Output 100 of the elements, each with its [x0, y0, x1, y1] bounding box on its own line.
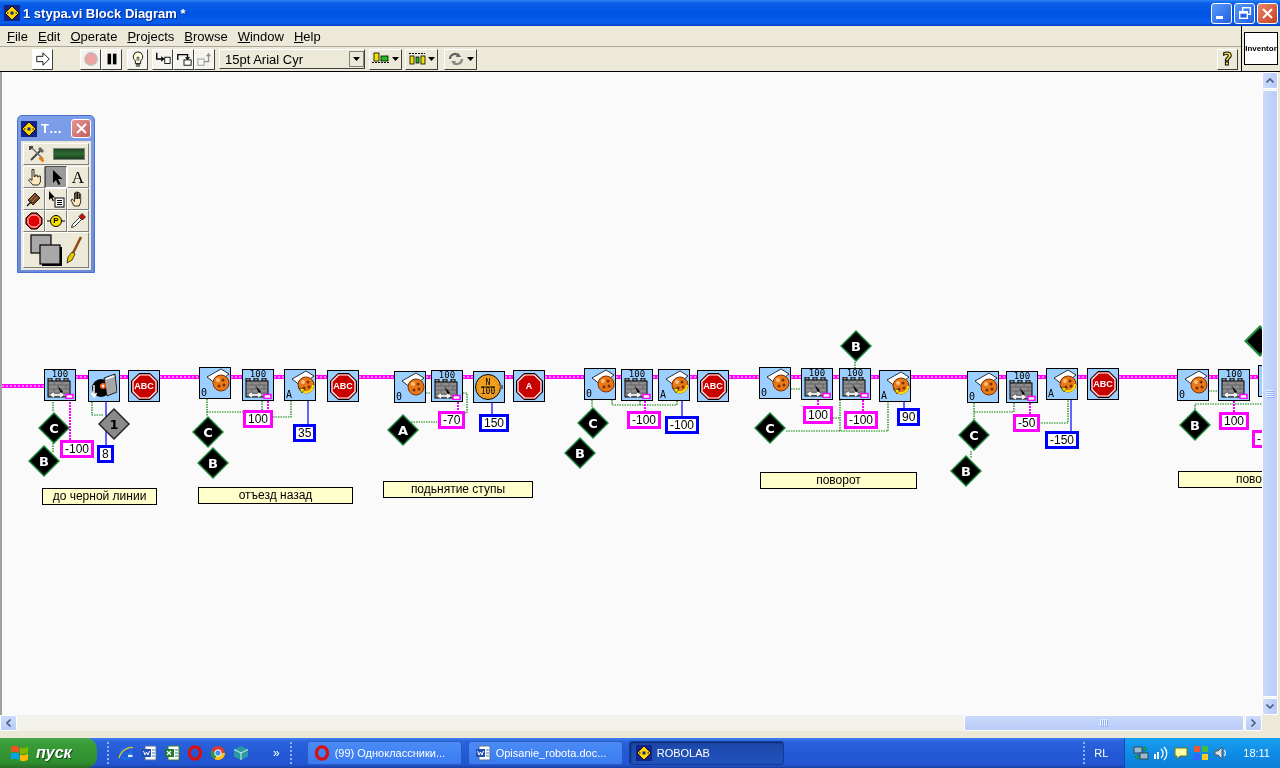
shortcut-menu-tool[interactable]: [45, 188, 67, 210]
minimize-button[interactable]: [1211, 2, 1232, 24]
language-indicator[interactable]: RL: [1094, 747, 1109, 759]
motor-port-terminal: A: [387, 414, 419, 446]
menu-item[interactable]: Edit: [33, 28, 65, 44]
numeric-constant: 150: [479, 414, 510, 432]
window-title: 1 stypa.vi Block Diagram *: [23, 5, 187, 21]
ring-icon: [313, 745, 330, 761]
motor-port-terminal: C: [958, 419, 990, 451]
restore-icon: [1238, 7, 1251, 19]
distribute-button[interactable]: [405, 48, 438, 70]
reorder-button[interactable]: [444, 48, 477, 70]
menu-item[interactable]: Projects: [123, 28, 179, 44]
close-button[interactable]: [71, 119, 91, 138]
motor-port-terminal: C: [38, 412, 70, 444]
step-over-button[interactable]: [173, 48, 194, 70]
taskbar-button[interactable]: (99) Одноклассники...: [306, 741, 462, 765]
coloring-tool[interactable]: [23, 232, 89, 268]
scroll-left-button[interactable]: [0, 715, 17, 731]
wiring-tool[interactable]: [23, 188, 45, 210]
left-caret-icon: [6, 719, 11, 727]
numeric-constant: -70: [438, 411, 466, 429]
block-label: 100: [480, 387, 496, 396]
motor-port-terminal: B: [950, 455, 982, 487]
numeric-constant: -100: [627, 411, 662, 429]
position-tool[interactable]: [45, 166, 67, 188]
motor-port-terminal: B: [197, 447, 229, 479]
step-into-icon: [154, 51, 171, 67]
scroll-thumb[interactable]: [964, 715, 1244, 731]
scroll-down-button[interactable]: [1262, 698, 1278, 715]
taskbar-button[interactable]: ROBOLAB: [628, 741, 784, 765]
diamond-logo-icon: [4, 5, 20, 21]
menu-item[interactable]: File: [3, 28, 32, 44]
diamond-logo-icon: [635, 745, 652, 761]
motor-port-terminal: C: [754, 412, 786, 444]
block-label: A: [660, 390, 667, 400]
numeric-constant: -100: [665, 416, 700, 434]
run-button[interactable]: [32, 48, 53, 70]
restore-button[interactable]: [1234, 2, 1255, 24]
horizontal-scrollbar[interactable]: [0, 715, 1262, 731]
block-label: 0: [1179, 390, 1186, 400]
numeric-constant: 90: [897, 408, 921, 426]
menu-item[interactable]: Window: [233, 28, 288, 44]
menu-item[interactable]: Help: [289, 28, 325, 44]
numeric-constant: -50: [1013, 414, 1041, 432]
block-label: 0: [586, 389, 593, 399]
tools-icon: [27, 145, 46, 163]
menu-item[interactable]: Operate: [66, 28, 122, 44]
spool-icon: [25, 190, 43, 208]
step-into-button[interactable]: [152, 48, 173, 70]
cube-icon[interactable]: [233, 745, 249, 761]
auto-tool-button[interactable]: [23, 143, 89, 165]
numeric-constant: 100: [803, 406, 834, 424]
breakpoint-tool[interactable]: [23, 210, 45, 232]
spreadsheet-icon[interactable]: [164, 745, 180, 761]
scroll-tool[interactable]: [67, 188, 89, 210]
palette-title: T…: [41, 121, 62, 136]
numeric-constant: -150: [1045, 431, 1080, 449]
tricolor-ball-icon[interactable]: [210, 745, 226, 761]
stop-circle-icon: [82, 51, 99, 67]
caret-icon: [392, 57, 399, 61]
pause-button[interactable]: [101, 48, 122, 70]
block-label: 0: [761, 388, 768, 398]
taskbar-button[interactable]: Opisanie_robota.doc...: [467, 741, 623, 765]
align-button[interactable]: [369, 48, 402, 70]
right-arrow-icon: [34, 51, 51, 67]
stop-sign-icon: [25, 212, 43, 230]
e-swirl-icon[interactable]: [118, 745, 134, 761]
numeric-constant: 100: [1219, 412, 1250, 430]
network-icon[interactable]: [1133, 745, 1150, 761]
scroll-up-button[interactable]: [1262, 72, 1278, 89]
color-copy-tool[interactable]: [67, 210, 89, 232]
pointing-hand-icon: [25, 168, 43, 186]
four-squares-icon[interactable]: [1193, 745, 1210, 761]
probe-tool[interactable]: P: [45, 210, 67, 232]
diamond-logo-icon: [21, 120, 37, 137]
right-caret-icon: [1251, 719, 1256, 727]
font-dropdown[interactable]: 15pt Arial Cyr: [219, 49, 365, 69]
close-button[interactable]: [1257, 2, 1278, 24]
wire-lines: [1194, 390, 1262, 413]
comment-label: отъезд назад: [198, 487, 353, 504]
clock-text: 18:11: [1243, 747, 1270, 759]
speech-bubble-icon[interactable]: [1173, 745, 1190, 761]
menu-item[interactable]: Browse: [180, 28, 232, 44]
start-button[interactable]: пуск: [0, 738, 97, 768]
circular-arrows-icon: [447, 52, 465, 66]
numeric-constant: 100: [243, 410, 274, 428]
document-icon[interactable]: [141, 745, 157, 761]
overflow-button[interactable]: »: [273, 746, 280, 760]
label-tool[interactable]: A: [67, 166, 89, 188]
level-badge: Inventor: [1244, 32, 1278, 65]
block-label: A: [286, 390, 293, 400]
operate-tool[interactable]: [23, 166, 45, 188]
scroll-right-button[interactable]: [1245, 715, 1262, 731]
motor-port-terminal: B: [840, 330, 872, 362]
highlight-button[interactable]: [127, 48, 148, 70]
cut-off-block: [1258, 365, 1262, 397]
minimize-icon: [1216, 15, 1223, 19]
signal-waves-icon[interactable]: [1153, 745, 1170, 761]
block-label: A: [881, 391, 888, 401]
